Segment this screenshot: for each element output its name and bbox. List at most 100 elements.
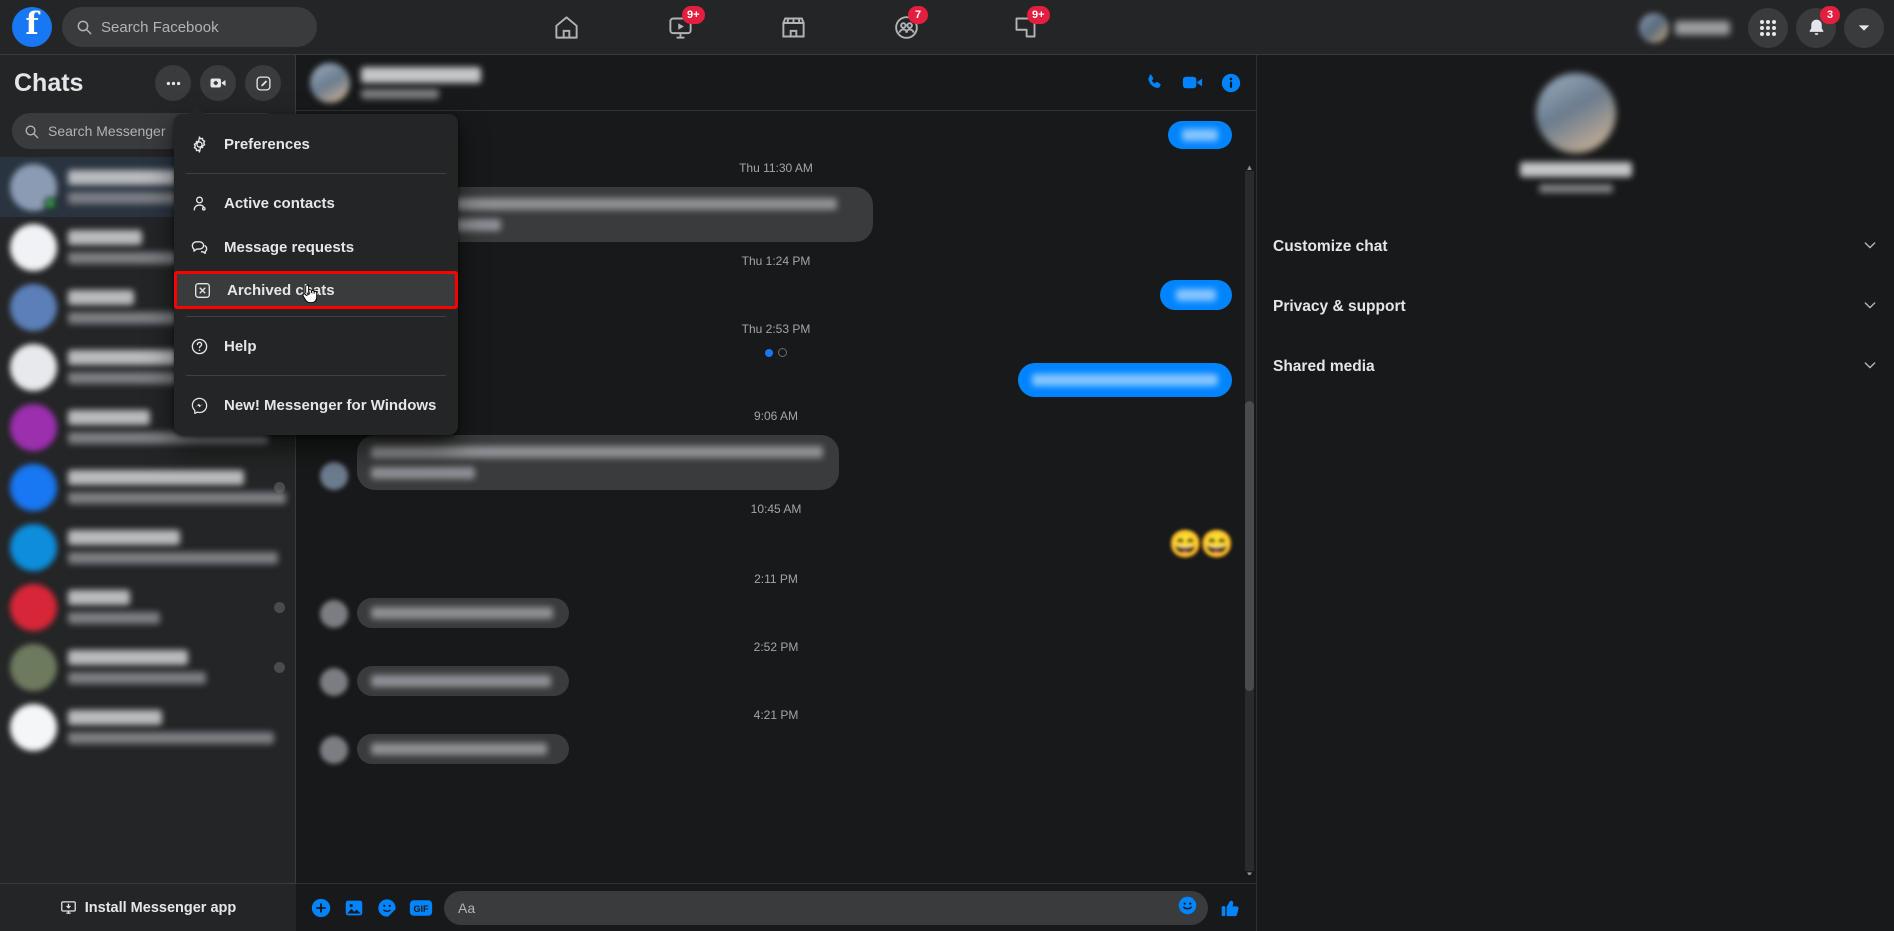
list-item-name	[68, 590, 130, 605]
primary-nav: 9+ 7 9+	[500, 0, 1100, 55]
contact-status	[1538, 184, 1613, 193]
message-row	[296, 666, 1256, 696]
contact-name	[1519, 162, 1632, 177]
avatar	[1639, 12, 1669, 43]
details-sections: Customize chat Privacy & support Shared …	[1257, 225, 1894, 389]
message-row	[296, 734, 1256, 764]
emoji-smiley-icon[interactable]	[1177, 895, 1198, 921]
list-item-text	[68, 650, 263, 684]
phone-icon[interactable]	[1144, 72, 1165, 93]
chat-bubbles-icon	[188, 238, 210, 257]
list-item[interactable]	[0, 577, 295, 637]
chevron-down-icon	[1858, 24, 1870, 31]
emoji-reaction[interactable]: 😄😄	[1169, 528, 1234, 560]
avatar	[10, 703, 57, 751]
compose-icon	[255, 75, 271, 91]
facebook-search-input[interactable]: Search Facebook	[62, 7, 317, 47]
message-bubble-outgoing[interactable]	[1018, 363, 1232, 397]
search-icon	[25, 125, 39, 138]
section-label-shared-media: Shared media	[1273, 358, 1375, 375]
nav-marketplace[interactable]	[765, 4, 821, 52]
conversation-avatar[interactable]	[310, 62, 350, 103]
search-icon	[77, 20, 92, 35]
video-camera-icon[interactable]	[1181, 71, 1204, 94]
profile-name	[1675, 20, 1730, 35]
menu-label-messenger-for-windows: New! Messenger for Windows	[224, 396, 437, 414]
message-input[interactable]: Aa	[444, 890, 1208, 925]
list-item-snippet	[68, 492, 286, 504]
list-item-text	[68, 590, 263, 624]
conversation-status	[361, 88, 439, 99]
menu-item-archived-chats[interactable]: Archived chats	[174, 271, 458, 309]
scroll-up-arrow[interactable]: ▲	[1245, 163, 1254, 172]
new-video-room-button[interactable]	[200, 65, 236, 101]
list-item-name	[68, 470, 244, 485]
scroll-down-arrow[interactable]: ▼	[1245, 870, 1254, 875]
chevron-down-icon	[1862, 357, 1878, 378]
message-row: 😄😄	[296, 528, 1256, 560]
message-composer: GIF Aa	[296, 883, 1256, 931]
message-bubble-outgoing[interactable]	[1160, 280, 1232, 310]
menu-item-help[interactable]: Help	[174, 324, 458, 368]
avatar	[10, 283, 57, 331]
sender-avatar	[320, 668, 348, 696]
sticker-icon[interactable]	[376, 897, 398, 919]
plus-circle-icon[interactable]	[310, 897, 332, 919]
menu-item-active-contacts[interactable]: Active contacts	[174, 181, 458, 225]
menu-item-preferences[interactable]: Preferences	[174, 122, 458, 166]
message-scrollbar[interactable]: ▲ ▼	[1245, 163, 1254, 875]
avatar	[10, 163, 57, 211]
facebook-search-placeholder: Search Facebook	[101, 18, 219, 36]
list-item-text	[68, 470, 286, 504]
profile-chip[interactable]	[1637, 9, 1740, 47]
nav-video[interactable]: 9+	[652, 4, 708, 52]
message-bubble-outgoing[interactable]	[1168, 121, 1232, 149]
timestamp: 2:11 PM	[754, 572, 798, 586]
gif-icon[interactable]: GIF	[409, 898, 433, 918]
nav-groups[interactable]: 7	[878, 4, 934, 52]
list-item[interactable]	[0, 637, 295, 697]
marketplace-icon	[781, 17, 805, 38]
list-item[interactable]	[0, 457, 295, 517]
list-item-name	[68, 530, 180, 545]
svg-text:GIF: GIF	[414, 903, 430, 913]
section-privacy-support[interactable]: Privacy & support	[1273, 285, 1878, 329]
gaming-badge: 9+	[1027, 5, 1050, 24]
chevron-down-icon	[1862, 297, 1878, 318]
nav-gaming[interactable]: 9+	[997, 4, 1053, 52]
section-customize-chat[interactable]: Customize chat	[1273, 225, 1878, 269]
thumbs-up-icon[interactable]	[1219, 896, 1242, 919]
sender-avatar	[320, 600, 348, 628]
chats-header: Chats	[0, 55, 295, 111]
menu-label-help: Help	[224, 337, 257, 355]
timestamp: 10:45 AM	[750, 502, 802, 516]
grid-menu-icon	[1760, 19, 1776, 36]
message-bubble-incoming[interactable]	[357, 734, 569, 764]
archive-x-icon	[191, 281, 213, 300]
menu-item-message-requests[interactable]: Message requests	[174, 225, 458, 269]
list-item[interactable]	[0, 517, 295, 577]
nav-home[interactable]	[538, 4, 594, 52]
info-icon[interactable]	[1220, 72, 1242, 94]
ellipsis-icon	[166, 81, 180, 85]
message-bubble-incoming[interactable]	[357, 666, 569, 696]
chats-options-menu: Preferences Active contacts Message requ…	[174, 106, 458, 435]
install-messenger-app-button[interactable]: Install Messenger app	[0, 883, 296, 931]
contact-avatar[interactable]	[1535, 73, 1616, 153]
apps-menu-button[interactable]	[1748, 7, 1788, 48]
section-shared-media[interactable]: Shared media	[1273, 345, 1878, 389]
list-item[interactable]	[0, 697, 295, 757]
account-menu-button[interactable]	[1844, 7, 1884, 48]
facebook-logo[interactable]: f	[12, 7, 52, 47]
scrollbar-thumb[interactable]	[1245, 401, 1254, 691]
conversation-name	[361, 66, 481, 83]
top-navigation-bar: f Search Facebook 9+ 7 9+ 3	[0, 0, 1894, 55]
chats-options-button[interactable]	[155, 65, 191, 101]
new-message-button[interactable]	[245, 65, 281, 101]
menu-item-messenger-for-windows[interactable]: New! Messenger for Windows	[174, 383, 458, 427]
message-bubble-incoming[interactable]	[357, 598, 569, 628]
photo-icon[interactable]	[343, 897, 365, 919]
list-item-name	[68, 290, 134, 305]
message-bubble-incoming[interactable]	[357, 435, 839, 490]
notifications-button[interactable]: 3	[1796, 5, 1840, 48]
